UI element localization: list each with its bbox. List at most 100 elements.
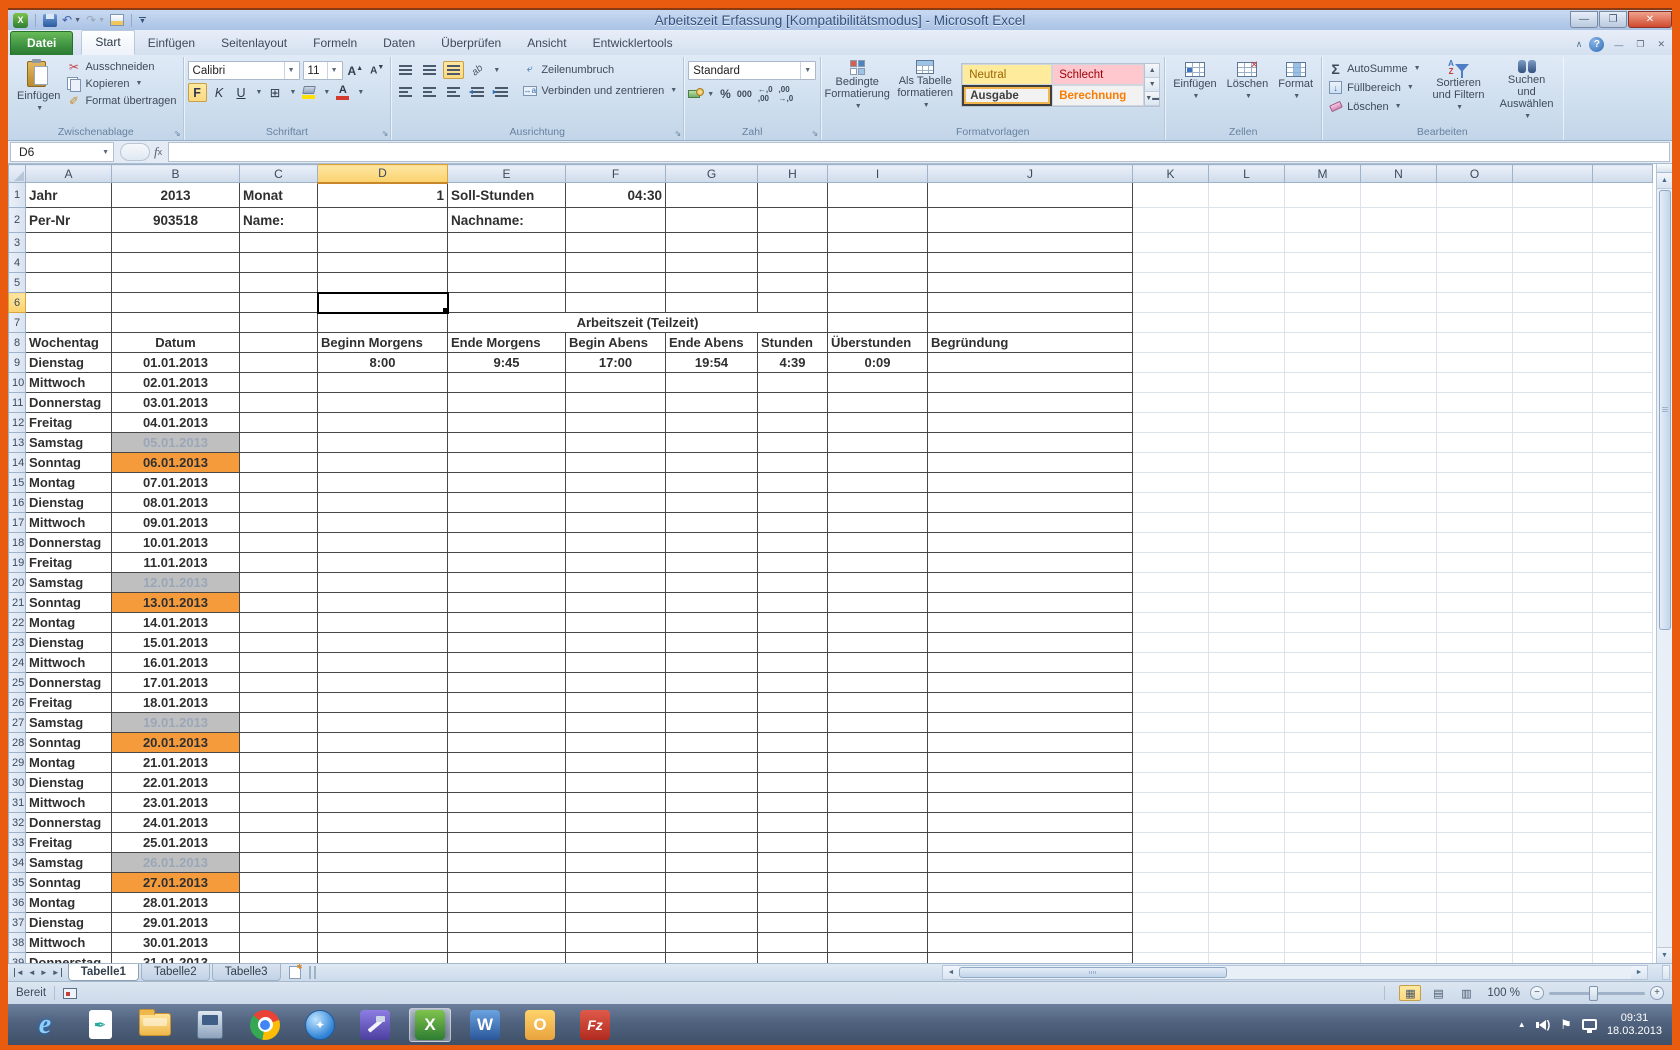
split-handle[interactable] [1657,164,1672,173]
cell-C34[interactable] [240,853,318,873]
cell-C7[interactable] [240,313,318,333]
cell-I23[interactable] [828,633,928,653]
cell-P12[interactable] [1513,413,1593,433]
cell-G6[interactable] [666,293,758,313]
cell-O37[interactable] [1437,913,1513,933]
cell-N21[interactable] [1361,593,1437,613]
column-header-F[interactable]: F [566,165,666,183]
cell-G18[interactable] [666,533,758,553]
cell-P28[interactable] [1513,733,1593,753]
cell-L29[interactable] [1209,753,1285,773]
cell-F37[interactable] [566,913,666,933]
cell-K19[interactable] [1133,553,1209,573]
cell-B21[interactable]: 13.01.2013 [112,593,240,613]
cell-K7[interactable] [1133,313,1209,333]
cell-F35[interactable] [566,873,666,893]
cell-H4[interactable] [758,253,828,273]
cell-M24[interactable] [1285,653,1361,673]
row-header-29[interactable]: 29 [9,753,26,773]
cell-D3[interactable] [318,233,448,253]
cell-H26[interactable] [758,693,828,713]
cell-L8[interactable] [1209,333,1285,353]
row-header-28[interactable]: 28 [9,733,26,753]
cell-I24[interactable] [828,653,928,673]
cell-Q20[interactable] [1593,573,1653,593]
cell-A34[interactable]: Samstag [26,853,112,873]
cell-Q19[interactable] [1593,553,1653,573]
cell-P24[interactable] [1513,653,1593,673]
cell-F4[interactable] [566,253,666,273]
cell-H34[interactable] [758,853,828,873]
zoom-out-icon[interactable]: − [1530,986,1544,1000]
cell-M2[interactable] [1285,208,1361,233]
last-sheet-icon[interactable]: ► [52,968,62,977]
cell-K21[interactable] [1133,593,1209,613]
cell-A31[interactable]: Mittwoch [26,793,112,813]
column-header-blank[interactable] [1593,165,1653,183]
insert-function-icon[interactable]: fx [152,141,168,163]
cell-E20[interactable] [448,573,566,593]
cell-E2[interactable]: Nachname: [448,208,566,233]
cell-N26[interactable] [1361,693,1437,713]
cell-K9[interactable] [1133,353,1209,373]
column-header-J[interactable]: J [928,165,1133,183]
cell-A24[interactable]: Mittwoch [26,653,112,673]
cell-K16[interactable] [1133,493,1209,513]
cell-K37[interactable] [1133,913,1209,933]
network-icon[interactable] [1582,1019,1597,1030]
cell-style-schlecht[interactable]: Schlecht [1052,64,1144,85]
cell-C21[interactable] [240,593,318,613]
tray-expand-icon[interactable]: ▲ [1518,1020,1526,1029]
cell-B8[interactable]: Datum [112,333,240,353]
ribbon-tab-formeln[interactable]: Formeln [300,32,370,55]
row-header-39[interactable]: 39 [9,953,26,964]
cell-L39[interactable] [1209,953,1285,964]
cell-C10[interactable] [240,373,318,393]
cell-N2[interactable] [1361,208,1437,233]
cell-C26[interactable] [240,693,318,713]
cell-I5[interactable] [828,273,928,293]
cell-O2[interactable] [1437,208,1513,233]
dialog-launcher-icon[interactable]: ⇘ [382,130,389,138]
cell-F11[interactable] [566,393,666,413]
cell-H32[interactable] [758,813,828,833]
cell-A1[interactable]: Jahr [26,183,112,208]
cell-K32[interactable] [1133,813,1209,833]
cell-M25[interactable] [1285,673,1361,693]
cell-Q10[interactable] [1593,373,1653,393]
row-header-1[interactable]: 1 [9,183,26,208]
cell-H25[interactable] [758,673,828,693]
cell-G32[interactable] [666,813,758,833]
cell-M30[interactable] [1285,773,1361,793]
cell-C29[interactable] [240,753,318,773]
cell-E14[interactable] [448,453,566,473]
cell-A17[interactable]: Mittwoch [26,513,112,533]
cell-K23[interactable] [1133,633,1209,653]
cell-L25[interactable] [1209,673,1285,693]
cell-I31[interactable] [828,793,928,813]
column-header-L[interactable]: L [1209,165,1285,183]
cell-O16[interactable] [1437,493,1513,513]
cell-K24[interactable] [1133,653,1209,673]
cell-P16[interactable] [1513,493,1593,513]
cell-M18[interactable] [1285,533,1361,553]
cell-P4[interactable] [1513,253,1593,273]
row-header-14[interactable]: 14 [9,453,26,473]
cell-Q36[interactable] [1593,893,1653,913]
cell-K13[interactable] [1133,433,1209,453]
cell-Q34[interactable] [1593,853,1653,873]
cell-D34[interactable] [318,853,448,873]
cell-C11[interactable] [240,393,318,413]
cell-B27[interactable]: 19.01.2013 [112,713,240,733]
cell-B23[interactable]: 15.01.2013 [112,633,240,653]
column-header-A[interactable]: A [26,165,112,183]
cell-P5[interactable] [1513,273,1593,293]
cell-O38[interactable] [1437,933,1513,953]
font-size-select[interactable]: 11▼ [303,61,343,80]
format-painter-button[interactable]: ✐Format übertragen [64,92,178,109]
cell-J24[interactable] [928,653,1133,673]
cell-L27[interactable] [1209,713,1285,733]
cell-E13[interactable] [448,433,566,453]
increase-indent-icon[interactable]: ► [491,83,512,101]
cell-J16[interactable] [928,493,1133,513]
